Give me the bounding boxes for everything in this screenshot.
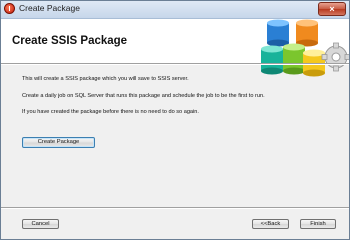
info-text-save: This will create a SSIS package which yo…	[22, 76, 189, 82]
close-icon: ×	[329, 4, 335, 14]
finish-button[interactable]: Finish	[300, 219, 336, 229]
gear-icon	[321, 42, 349, 72]
database-cylinders-icon	[261, 19, 325, 77]
header-divider	[1, 63, 349, 65]
create-package-button[interactable]: Create Package	[22, 137, 95, 148]
header-graphic	[261, 19, 349, 77]
back-button[interactable]: <<Back	[252, 219, 289, 229]
info-text-schedule: Create a daily job on SQL Server that ru…	[22, 93, 265, 99]
wizard-header: Create SSIS Package	[1, 19, 349, 77]
cancel-button[interactable]: Cancel	[22, 219, 59, 229]
info-text-already-created: If you have created the package before t…	[22, 109, 199, 115]
page-title: Create SSIS Package	[12, 35, 128, 47]
create-package-window: Create Package × Create SSIS Package Thi…	[0, 0, 350, 240]
window-title: Create Package	[19, 3, 80, 13]
close-button[interactable]: ×	[318, 2, 346, 16]
footer-divider	[1, 207, 349, 209]
title-bar[interactable]: Create Package ×	[1, 1, 349, 19]
app-icon	[4, 3, 15, 14]
